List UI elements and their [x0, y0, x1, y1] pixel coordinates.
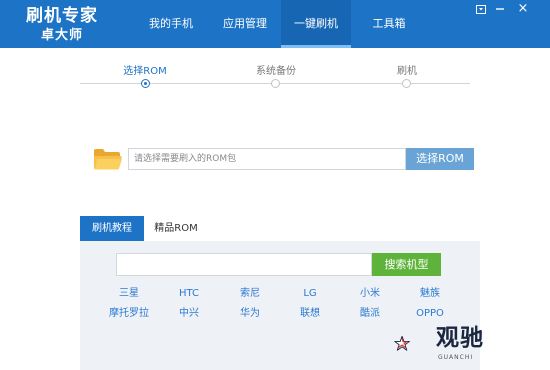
step-label-flash: 刷机: [397, 66, 417, 77]
step-label-select-rom: 选择ROM: [123, 66, 167, 77]
menu-button[interactable]: [474, 4, 488, 16]
brand-link-lenovo[interactable]: 联想: [280, 308, 340, 320]
minimize-icon: [496, 8, 504, 10]
step-dot-select-rom: [141, 79, 150, 88]
nav-app-manager[interactable]: 应用管理: [209, 0, 281, 48]
brand-link-oppo[interactable]: OPPO: [400, 308, 460, 320]
brand-link-meizu[interactable]: 魅族: [400, 288, 460, 300]
watermark-text: 观驰: [436, 325, 484, 351]
brand-link-motorola[interactable]: 摩托罗拉: [99, 308, 159, 320]
brand-link-xiaomi[interactable]: 小米: [340, 288, 400, 300]
tab-flash-tutorial[interactable]: 刷机教程: [80, 216, 144, 241]
search-model-button[interactable]: 搜索机型: [372, 253, 441, 276]
nav-one-click-flash[interactable]: 一键刷机: [281, 0, 351, 48]
watermark-logo: [394, 335, 410, 351]
select-rom-button[interactable]: 选择ROM: [406, 148, 474, 170]
close-button[interactable]: ×: [516, 2, 530, 15]
app-logo-subtitle: 卓大师: [40, 28, 83, 43]
menu-icon: [476, 5, 486, 14]
brand-link-coolpad[interactable]: 酷派: [340, 308, 400, 320]
minimize-button[interactable]: [493, 4, 507, 16]
folder-icon: [94, 149, 122, 170]
step-dot-flash: [402, 79, 411, 88]
title-bar: 刷机专家 卓大师 我的手机 应用管理 一键刷机 工具箱 ×: [0, 0, 550, 48]
app-logo-title: 刷机专家: [26, 6, 98, 26]
brand-link-sony[interactable]: 索尼: [220, 288, 280, 300]
brand-link-samsung[interactable]: 三星: [99, 288, 159, 300]
step-dot-system-backup: [271, 79, 280, 88]
step-label-system-backup: 系统备份: [256, 66, 296, 77]
watermark-subtext: GUANCHI: [438, 354, 474, 361]
brand-link-lg[interactable]: LG: [280, 288, 340, 300]
brand-link-zte[interactable]: 中兴: [159, 308, 219, 320]
model-search-input[interactable]: [116, 253, 372, 276]
rom-path-input[interactable]: [128, 148, 406, 170]
app-logo: 刷机专家 卓大师: [22, 6, 102, 44]
brand-link-huawei[interactable]: 华为: [220, 308, 280, 320]
nav-toolbox[interactable]: 工具箱: [351, 0, 427, 48]
tab-premium-rom[interactable]: 精品ROM: [144, 216, 208, 241]
nav-my-phone[interactable]: 我的手机: [133, 0, 209, 48]
brand-link-htc[interactable]: HTC: [159, 288, 219, 300]
